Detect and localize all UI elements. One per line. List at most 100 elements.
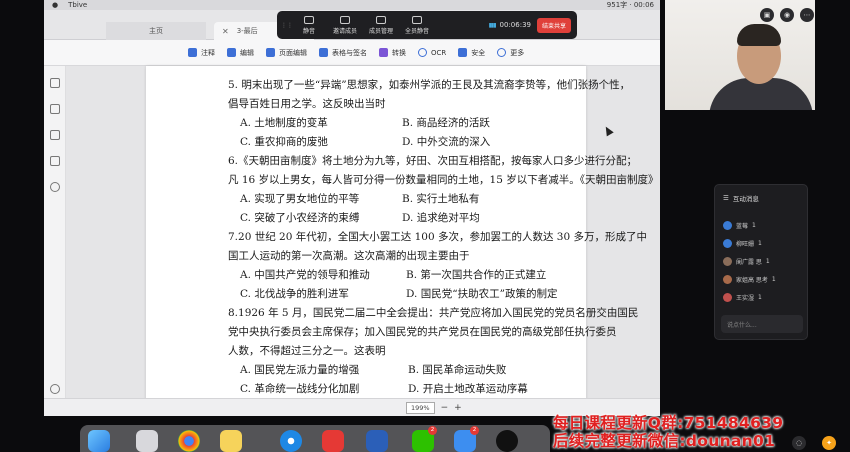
chat-title: 互动消息 — [732, 195, 759, 203]
doc-line: 倡导百姓日用之学。这反映出当时 — [228, 98, 386, 110]
promo-line-2: 后续完整更新微信:dounan01 — [553, 432, 776, 450]
meeting-control-bar: ⋮⋮ 静音 邀请成员 成员管理 全员静音 ▮▮▮ 00:06:39 结束共享 — [277, 11, 577, 39]
list-icon: ☰ — [723, 194, 729, 202]
end-share-button[interactable]: 结束共享 — [536, 17, 571, 33]
chat-row: 蓝莓 1 — [723, 221, 756, 230]
thumbnails-icon[interactable] — [50, 78, 60, 88]
chat-name: 王实湿 — [736, 295, 755, 302]
screen-icon[interactable]: ▣ — [760, 8, 774, 22]
doc-option: C. 重农抑商的废弛 — [240, 136, 328, 148]
app-name[interactable]: Tbive — [68, 1, 87, 9]
close-icon[interactable]: ✕ — [222, 27, 229, 36]
thumbs-up-icon[interactable]: ✦ — [822, 436, 836, 450]
doc-option: A. 实现了男女地位的平等 — [240, 193, 360, 205]
members-label: 成员管理 — [368, 27, 393, 35]
presenter-hair — [737, 24, 781, 46]
mute-button[interactable]: 静音 — [291, 15, 327, 35]
doc-option: D. 追求绝对平均 — [402, 212, 480, 224]
chat-row: 阑广露 思 1 — [723, 257, 770, 266]
drag-handle-icon[interactable]: ⋮⋮ — [281, 22, 293, 29]
signal-icon: ▮▮▮ — [488, 21, 497, 29]
word-icon[interactable] — [366, 430, 388, 452]
qq-icon[interactable] — [496, 430, 518, 452]
zoom-out-button[interactable]: − — [441, 403, 449, 413]
mac-dock: 2 2 — [80, 425, 550, 452]
avatar — [723, 239, 732, 248]
tab-home[interactable]: 主页 — [106, 22, 206, 40]
toolbar-security[interactable]: 安全 — [458, 48, 485, 58]
help-icon[interactable] — [50, 384, 60, 394]
toolbar-page-edit[interactable]: 页面编辑 — [266, 48, 307, 58]
members-button[interactable]: 成员管理 — [363, 15, 399, 35]
window-controls: ▣ ◉ ⋯ — [760, 8, 814, 22]
checkbox-icon — [319, 48, 328, 57]
launchpad-icon[interactable] — [136, 430, 158, 452]
toolbar-more[interactable]: 更多 — [497, 48, 524, 58]
tab-home-label: 主页 — [149, 27, 163, 35]
toolbar-convert[interactable]: 转换 — [379, 48, 406, 58]
toolbar-annotate[interactable]: 注释 — [188, 48, 215, 58]
doc-line: 国工人运动的第一次高潮。这次高潮的出现主要由于 — [228, 250, 470, 262]
invite-label: 邀请成员 — [332, 27, 357, 35]
zoom-select[interactable]: 199% — [406, 401, 435, 414]
chat-count: 1 — [752, 222, 756, 229]
doc-option: B. 商品经济的活跃 — [402, 117, 490, 129]
ocr-icon — [418, 48, 427, 57]
mute-all-icon — [412, 15, 422, 24]
document-viewport[interactable]: 5. 明末出现了一些“异端”思想家，如泰州学派的王艮及其流裔李贽等，他们张扬个性… — [66, 66, 660, 412]
doc-option: B. 第一次国共合作的正式建立 — [406, 269, 547, 281]
chat-name: 蓝莓 — [736, 223, 749, 230]
left-rail — [44, 66, 66, 412]
mute-label: 静音 — [302, 27, 315, 35]
more-icon — [497, 48, 507, 57]
interaction-chat-panel: ☰ 互动消息 蓝莓 1 柳旺姗 1 阑广露 思 1 家姐高 思考 1 王实湿 1… — [714, 184, 808, 340]
settings-icon[interactable] — [50, 182, 60, 192]
convert-icon — [379, 48, 388, 57]
apple-icon[interactable]: ● — [52, 1, 58, 9]
mute-all-button[interactable]: 全员静音 — [399, 15, 435, 35]
chat-header: ☰ 互动消息 — [723, 193, 759, 203]
doc-option: D. 中外交流的深入 — [402, 136, 491, 148]
doc-option: B. 国民革命运动失败 — [408, 364, 507, 376]
chat-input[interactable]: 说点什么... — [721, 315, 803, 333]
toolbar-convert-label: 转换 — [392, 48, 406, 57]
toolbar-forms-label: 表格与签名 — [332, 48, 367, 57]
more-options-icon[interactable]: ⋯ — [800, 8, 814, 22]
comments-icon[interactable] — [50, 156, 60, 166]
microphone-icon — [304, 15, 314, 24]
menubar-status-text: 951字 · 00:06 — [606, 1, 654, 9]
toolbar-security-label: 安全 — [471, 48, 486, 57]
chat-count: 1 — [758, 240, 762, 247]
pdf-icon[interactable] — [322, 430, 344, 452]
notes-icon[interactable] — [220, 430, 242, 452]
members-icon — [376, 15, 386, 24]
avatar — [723, 275, 732, 284]
chat-bubble-icon[interactable]: ◌ — [792, 436, 806, 450]
text-icon[interactable] — [50, 104, 60, 114]
doc-line: 7.20 世纪 20 年代初，全国大小罢工达 100 多次，参加罢工的人数达 3… — [228, 231, 648, 243]
doc-option: C. 突破了小农经济的束缚 — [240, 212, 360, 224]
page-icon — [266, 48, 275, 57]
finder-icon[interactable] — [88, 430, 110, 452]
doc-option: D. 开启土地改革运动序幕 — [408, 383, 528, 395]
doc-line: 凡 16 岁以上男女，每人皆可分得一份数量相同的土地，15 岁以下者减半。《天朝… — [228, 174, 659, 186]
avatar — [723, 293, 732, 302]
zoom-in-button[interactable]: + — [454, 403, 462, 413]
invite-button[interactable]: 邀请成员 — [327, 15, 363, 35]
menubar-status: 951字 · 00:06 — [607, 0, 660, 10]
toolbar-ocr[interactable]: OCR — [418, 48, 446, 57]
doc-option: D. 国民党“扶助农工”政策的制定 — [406, 288, 558, 300]
camera-icon[interactable]: ◉ — [780, 8, 794, 22]
doc-option: B. 实行土地私有 — [402, 193, 480, 205]
safari-icon[interactable] — [280, 430, 302, 452]
chat-name: 柳旺姗 — [736, 241, 755, 248]
chat-name: 阑广露 思 — [736, 259, 762, 266]
meeting-timer: ▮▮▮ 00:06:39 — [489, 21, 531, 29]
chrome-icon[interactable] — [178, 430, 200, 452]
avatar — [723, 221, 732, 230]
wechat-badge: 2 — [428, 426, 437, 435]
bookmark-icon[interactable] — [50, 130, 60, 140]
chat-row: 王实湿 1 — [723, 293, 762, 302]
toolbar-forms[interactable]: 表格与签名 — [319, 48, 367, 58]
toolbar-edit[interactable]: 编辑 — [227, 48, 254, 58]
